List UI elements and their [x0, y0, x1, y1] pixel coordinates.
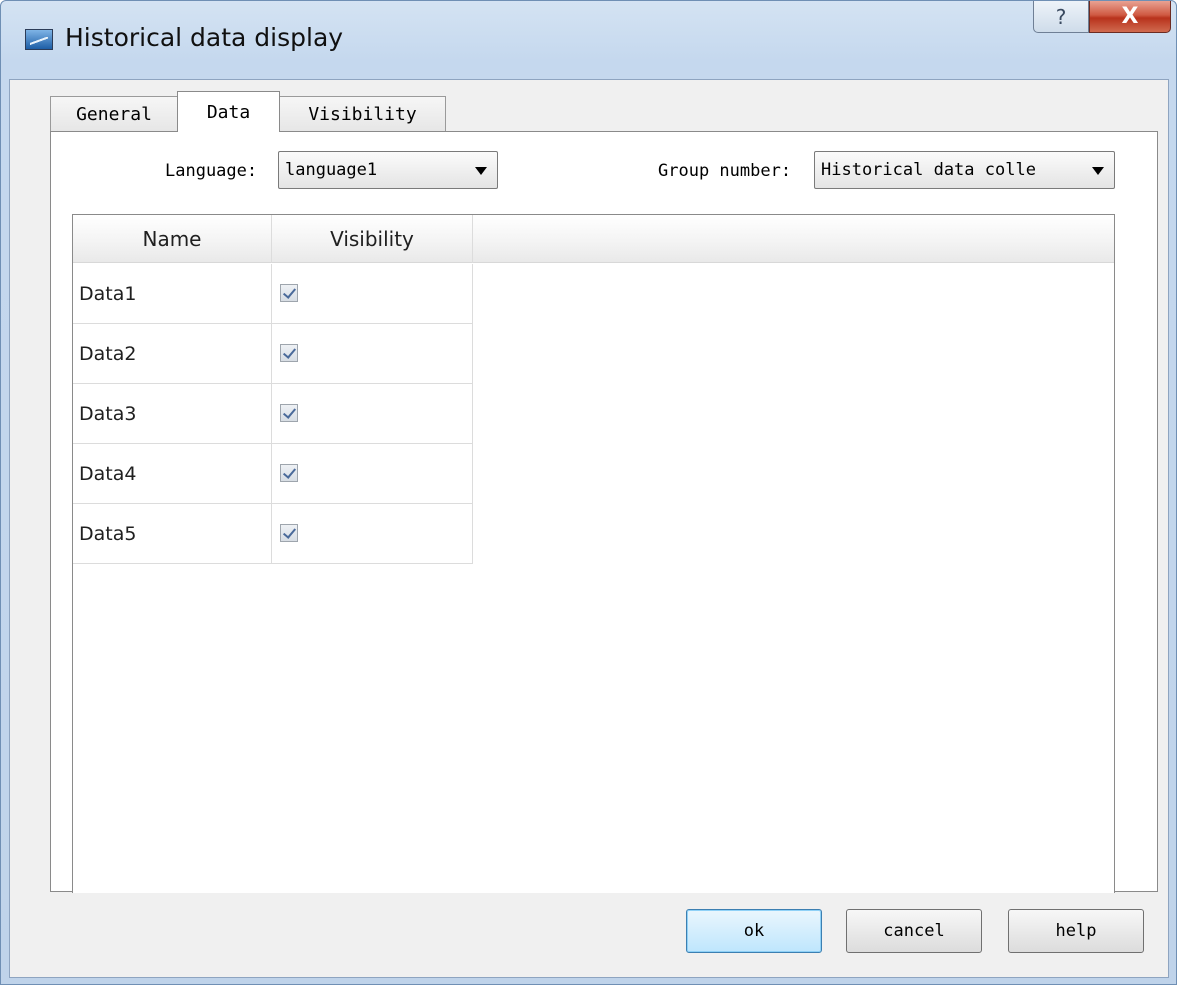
cancel-button[interactable]: cancel	[846, 909, 982, 953]
dialog-window: Historical data display ? X General Data…	[0, 0, 1177, 985]
table-row: Data1	[73, 264, 473, 324]
row-visibility-cell	[272, 444, 473, 504]
table-row: Data4	[73, 444, 473, 504]
tab-general[interactable]: General	[50, 96, 178, 132]
app-icon	[25, 29, 53, 50]
visibility-checkbox[interactable]	[280, 284, 298, 302]
dialog-body: General Data Visibility Language: langua…	[9, 79, 1169, 978]
group-number-value: Historical data colle	[821, 160, 1036, 180]
table-row: Data3	[73, 384, 473, 444]
visibility-checkbox[interactable]	[280, 404, 298, 422]
close-icon[interactable]: X	[1089, 1, 1171, 33]
group-number-label: Group number:	[658, 161, 792, 181]
data-table: Name Visibility Data1 Data2 Data3 Data4 …	[72, 214, 1115, 893]
column-header-visibility[interactable]: Visibility	[272, 215, 473, 263]
language-value: language1	[285, 160, 378, 180]
table-row: Data5	[73, 504, 473, 564]
window-title: Historical data display	[65, 23, 344, 52]
table-header: Name Visibility	[73, 215, 1114, 263]
tab-data[interactable]: Data	[177, 91, 280, 132]
column-header-name[interactable]: Name	[73, 215, 272, 263]
ok-button[interactable]: ok	[686, 909, 822, 953]
row-name: Data3	[73, 384, 272, 444]
help-icon[interactable]: ?	[1033, 1, 1089, 33]
row-visibility-cell	[272, 324, 473, 384]
chevron-down-icon	[475, 167, 487, 175]
group-number-select[interactable]: Historical data colle	[814, 151, 1115, 189]
visibility-checkbox[interactable]	[280, 524, 298, 542]
visibility-checkbox[interactable]	[280, 344, 298, 362]
table-row: Data2	[73, 324, 473, 384]
row-name: Data4	[73, 444, 272, 504]
row-visibility-cell	[272, 504, 473, 564]
title-bar[interactable]: Historical data display ? X	[1, 1, 1177, 79]
row-visibility-cell	[272, 384, 473, 444]
help-button[interactable]: help	[1008, 909, 1144, 953]
language-label: Language:	[165, 161, 258, 181]
language-select[interactable]: language1	[278, 151, 498, 189]
chevron-down-icon	[1092, 167, 1104, 175]
row-name: Data2	[73, 324, 272, 384]
row-name: Data1	[73, 264, 272, 324]
data-tab-panel: Language: language1 Group number: Histor…	[50, 131, 1158, 893]
tab-visibility[interactable]: Visibility	[279, 96, 446, 132]
row-name: Data5	[73, 504, 272, 564]
row-visibility-cell	[272, 264, 473, 324]
visibility-checkbox[interactable]	[280, 464, 298, 482]
